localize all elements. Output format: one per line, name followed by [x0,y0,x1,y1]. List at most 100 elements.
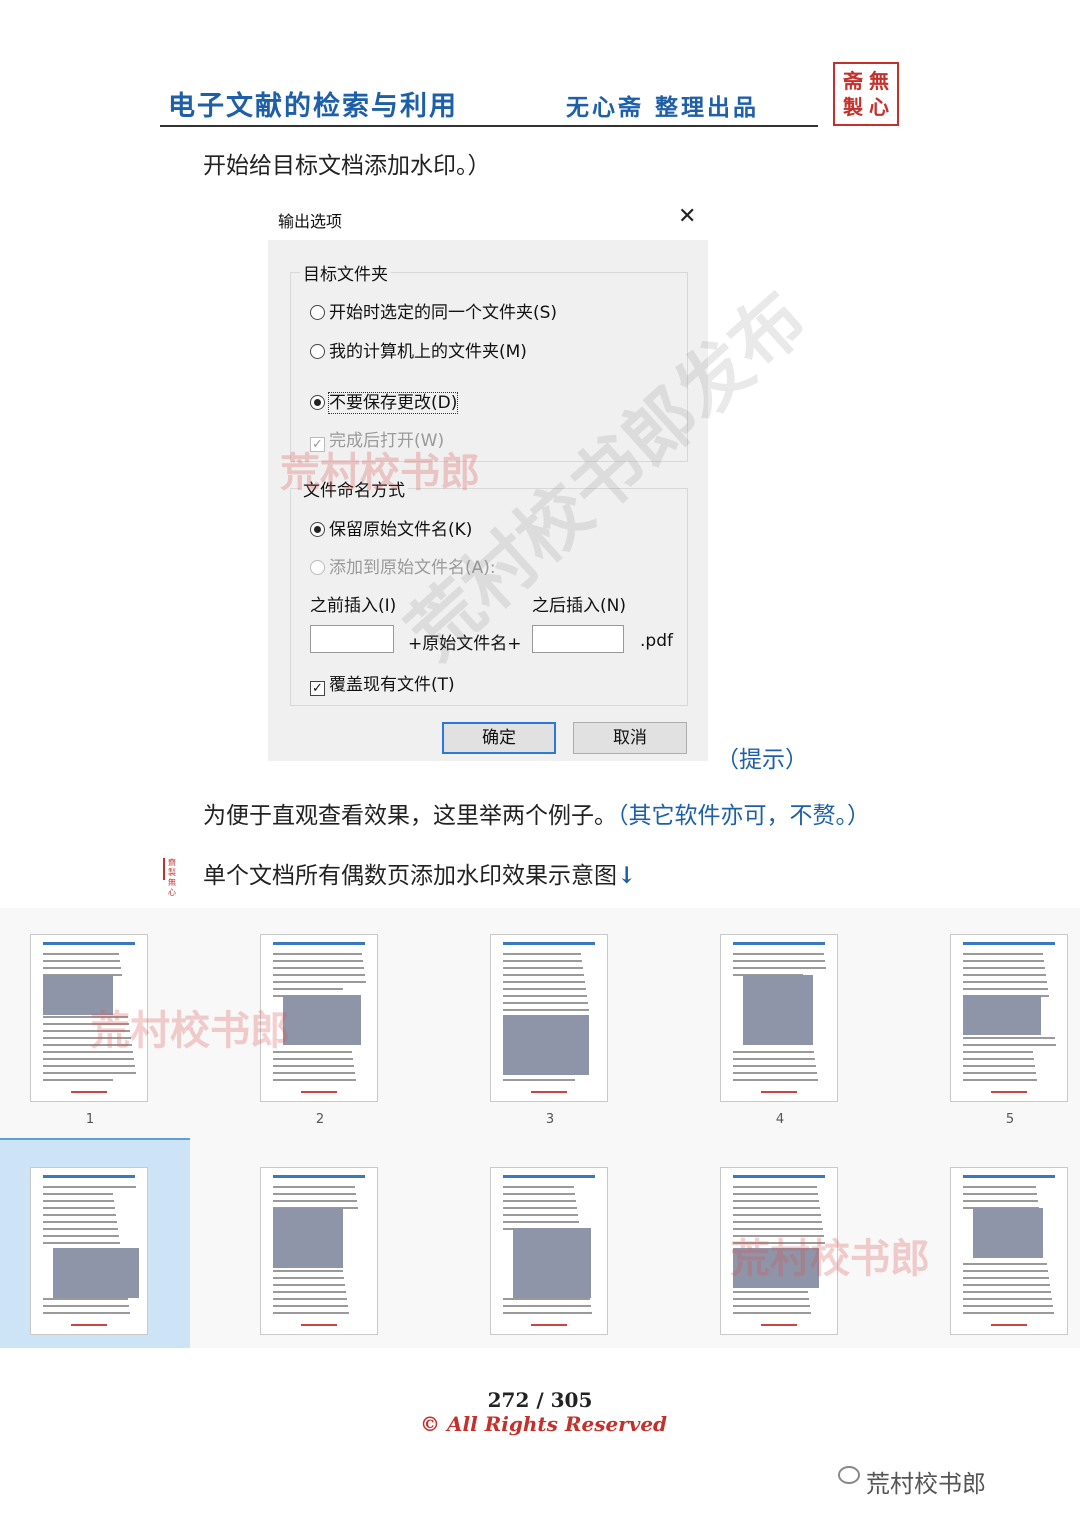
thumbnail-text-line [963,988,1048,990]
page-thumbnail[interactable] [30,1167,148,1335]
paragraph: 为便于直观查看效果，这里举两个例子。（其它软件亦可，不赘。） [203,803,870,829]
thumbnail-text-line [733,967,826,969]
header-subtitle: 无心斋 整理出品 [566,95,760,121]
radio-keep-name[interactable]: 保留原始文件名(K) [310,515,472,540]
radio-selected-icon [310,395,325,410]
seal-char: 斋 [843,69,863,93]
thumbnail-text-line [273,1291,346,1293]
thumbnail-text-line [963,1270,1048,1272]
thumbnail-text-line [733,1214,821,1216]
thumbnail-text-line [963,967,1045,969]
thumbnail-text-line [273,1186,355,1188]
original-name-label: +原始文件名+ [408,634,522,654]
page-thumbnail[interactable] [720,1167,838,1335]
radio-add-to-name[interactable]: 添加到原始文件名(A): [310,553,496,578]
thumbnail-text-line [273,1051,352,1053]
thumbnail-text-line [733,1235,824,1237]
checkbox-open-after[interactable]: ✓ 完成后打开(W) [310,426,444,452]
thumbnail-text-line [963,1072,1036,1074]
thumbnail-text-line [43,1228,118,1230]
page-thumbnail[interactable] [490,934,608,1102]
page-thumbnail[interactable] [720,934,838,1102]
thumbnail-text-line [43,960,120,962]
insert-after-input[interactable] [532,625,624,653]
thumbnail-text-line [733,1242,825,1244]
page-thumbnail[interactable] [260,934,378,1102]
page-number: 272 / 305 [487,1388,593,1412]
naming-legend: 文件命名方式 [300,476,408,501]
thumbnail-header [273,1175,365,1178]
thumbnail-text-line [733,1079,818,1081]
thumbnail-text-line [963,1044,1056,1046]
seal-char: 無 [869,69,889,93]
thumbnail-text-line [273,1305,348,1307]
thumbnail-text-line [273,1079,356,1081]
radio-icon [310,305,325,320]
insert-after-label: 之后插入(N) [532,596,626,616]
page-thumbnail[interactable] [30,934,148,1102]
cancel-button[interactable]: 取消 [573,722,687,754]
pdf-extension-label: .pdf [640,631,673,651]
thumbnail-text-line [273,1277,344,1279]
thumbnail-text-line [733,1051,814,1053]
thumbnail-text-line [43,1207,115,1209]
dialog-title: 输出选项 [278,212,343,231]
thumbnail-text-line [273,1072,355,1074]
thumbnail-text-line [43,1030,130,1032]
thumbnail-text-line [43,967,121,969]
thumbnail-text-line [963,1277,1049,1279]
thumbnail-text-line [43,1193,113,1195]
thumbnail-label: 1 [85,1112,95,1127]
thumbnail-text-line [43,1312,130,1314]
hint-text: （提示） [716,747,808,773]
thumbnail-text-line [273,1312,349,1314]
thumbnail-text-line [733,960,825,962]
thumbnail-header [43,942,135,945]
thumbnail-figure [43,975,113,1015]
thumbnail-text-line [43,1242,120,1244]
thumbnail-text-line [43,1298,128,1300]
radio-same-folder[interactable]: 开始时选定的同一个文件夹(S) [310,298,557,323]
page-thumbnail[interactable] [950,1167,1068,1335]
thumbnail-text-line [43,1235,119,1237]
thumbnail-text-line [503,1009,589,1011]
thumbnail-figure [513,1228,591,1298]
thumbnail-text-line [733,953,824,955]
thumbnail-text-line [733,1200,819,1202]
thumbnail-text-line [503,1298,590,1300]
thumbnail-text-line [43,1058,134,1060]
thumbnail-text-line [963,981,1047,983]
thumbnail-text-line [963,1186,1036,1188]
thumbnail-text-line [963,1193,1037,1195]
thumbnail-label: 4 [775,1112,785,1127]
radio-selected-icon [310,522,325,537]
radio-my-computer[interactable]: 我的计算机上的文件夹(M) [310,337,527,362]
thumbnail-text-line [963,1305,1053,1307]
insert-before-input[interactable] [310,625,394,653]
seal-mark: 齋製 無心 [163,858,183,897]
radio-dont-save[interactable]: 不要保存更改(D) [310,388,459,414]
thumbnail-text-line [733,1291,808,1293]
thumbnail-text-line [963,1058,1034,1060]
thumbnail-text-line [503,953,581,955]
close-icon[interactable]: ✕ [678,204,696,229]
page-thumbnail[interactable] [490,1167,608,1335]
ok-button[interactable]: 确定 [442,722,556,754]
thumbnail-footer [531,1324,567,1326]
header-title: 电子文献的检索与利用 [168,91,458,122]
thumbnail-text-line [503,1186,574,1188]
thumbnail-text-line [43,1016,128,1018]
thumbnail-text-line [503,1214,578,1216]
thumbnail-text-line [273,974,365,976]
thumbnail-text-line [43,953,119,955]
checkbox-overwrite[interactable]: ✓ 覆盖现有文件(T) [310,670,455,696]
thumbnail-text-line [963,953,1043,955]
page-thumbnail[interactable] [950,934,1068,1102]
page-thumbnail[interactable] [260,1167,378,1335]
thumbnail-footer [761,1324,797,1326]
thumbnail-text-line [43,1221,117,1223]
thumbnail-header [963,1175,1055,1178]
thumbnail-text-line [43,1200,114,1202]
thumbnail-text-line [963,974,1046,976]
thumbnail-text-line [963,1263,1047,1265]
